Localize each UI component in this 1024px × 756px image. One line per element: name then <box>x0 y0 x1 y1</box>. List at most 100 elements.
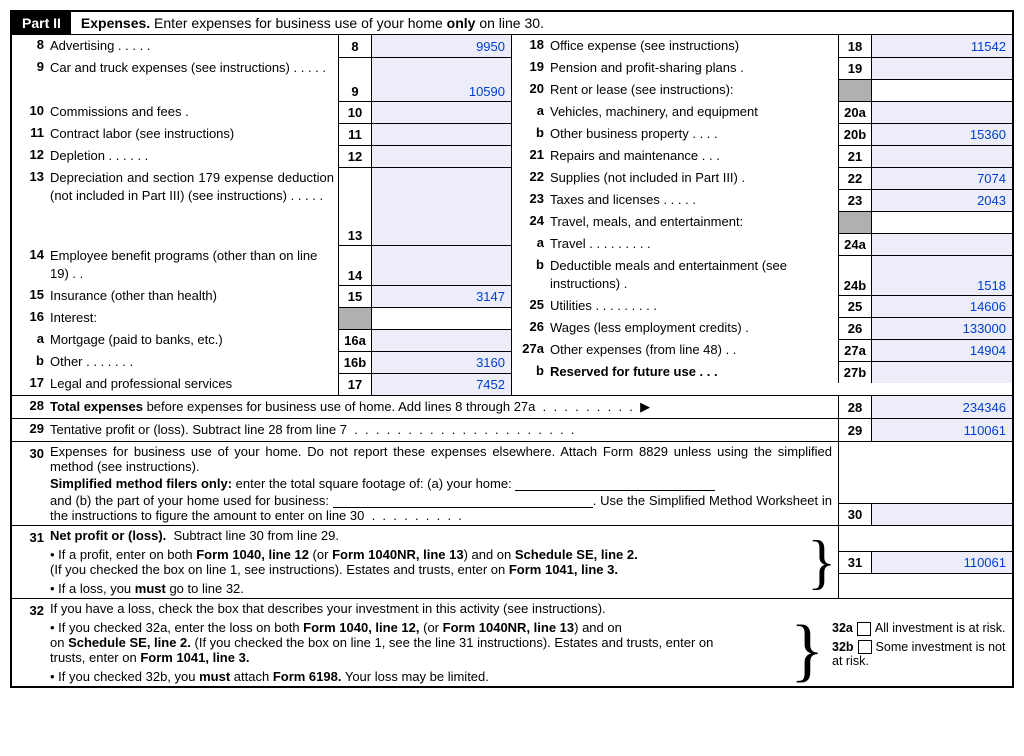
line-28-value[interactable]: 234346 <box>872 396 1012 418</box>
line-22-box: 22 <box>838 167 872 189</box>
line-29-value[interactable]: 110061 <box>872 419 1012 441</box>
line-19-label: Pension and profit-sharing plans . <box>550 57 838 79</box>
line-30-p2: Simplified method filers only: enter the… <box>50 476 832 491</box>
line-14-value[interactable] <box>372 245 512 285</box>
part-title: Expenses. Enter expenses for business us… <box>71 12 554 34</box>
line-20a-value[interactable] <box>872 101 1012 123</box>
line-10-value[interactable] <box>372 101 512 123</box>
line-16a-label: Mortgage (paid to banks, etc.) <box>50 329 338 351</box>
line-32-bullet-2: • If you checked 32b, you must attach Fo… <box>50 669 788 684</box>
line-11-box: 11 <box>338 123 372 145</box>
line-23-value[interactable]: 2043 <box>872 189 1012 211</box>
line-25-value[interactable]: 14606 <box>872 295 1012 317</box>
line-30-value[interactable] <box>872 503 1012 525</box>
line-20b-num: b <box>512 123 550 145</box>
line-18-value[interactable]: 11542 <box>872 35 1012 57</box>
line-21-label: Repairs and maintenance . . . <box>550 145 838 167</box>
line-16-value-blank <box>372 307 512 329</box>
line-31-value[interactable]: 110061 <box>872 551 1012 573</box>
line-27a: 27a Other expenses (from line 48) . . 27… <box>512 339 1012 361</box>
line-27b-box: 27b <box>838 361 872 383</box>
line-24b-value[interactable]: 1518 <box>872 255 1012 295</box>
line-27b-num: b <box>512 361 550 383</box>
line-27b: b Reserved for future use . . . 27b <box>512 361 1012 383</box>
line-16b-value[interactable]: 3160 <box>372 351 512 373</box>
line-25-num: 25 <box>512 295 550 317</box>
line-24a-box: 24a <box>838 233 872 255</box>
line-20a: a Vehicles, machinery, and equipment 20a <box>512 101 1012 123</box>
line-20: 20 Rent or lease (see instructions): <box>512 79 1012 101</box>
line-30-box: 30 <box>838 503 872 525</box>
field-business-sqft[interactable] <box>333 493 593 508</box>
checkbox-32a[interactable] <box>857 622 871 636</box>
line-22: 22 Supplies (not included in Part III) .… <box>512 167 1012 189</box>
title-expenses: Expenses. <box>81 15 150 31</box>
line-22-value[interactable]: 7074 <box>872 167 1012 189</box>
line-19: 19 Pension and profit-sharing plans . 19 <box>512 57 1012 79</box>
line-27b-label: Reserved for future use . . . <box>550 361 838 383</box>
line-19-box: 19 <box>838 57 872 79</box>
line-21: 21 Repairs and maintenance . . . 21 <box>512 145 1012 167</box>
title-text-2: on line 30. <box>475 15 544 31</box>
line-29-num: 29 <box>12 419 50 441</box>
expense-columns: 8 Advertising . . . . . 8 9950 9 Car and… <box>12 35 1012 395</box>
line-16a-value[interactable] <box>372 329 512 351</box>
line-17: 17 Legal and professional services 17 74… <box>12 373 512 395</box>
line-17-num: 17 <box>12 373 50 395</box>
line-13-value[interactable] <box>372 167 512 245</box>
line-24: 24 Travel, meals, and entertainment: <box>512 211 1012 233</box>
line-12-num: 12 <box>12 145 50 167</box>
line-32-bullet-1: • If you checked 32a, enter the loss on … <box>50 620 788 665</box>
line-31-text: Net profit or (loss). Subtract line 30 f… <box>50 526 805 598</box>
line-8-label: Advertising . . . . . <box>50 35 338 57</box>
checkbox-32b[interactable] <box>858 640 872 654</box>
line-26-num: 26 <box>512 317 550 339</box>
line-15-value[interactable]: 3147 <box>372 285 512 307</box>
line-9-value[interactable]: 10590 <box>372 57 512 101</box>
line-27a-value[interactable]: 14904 <box>872 339 1012 361</box>
line-27b-value[interactable] <box>872 361 1012 383</box>
line-8: 8 Advertising . . . . . 8 9950 <box>12 35 512 57</box>
line-15-box: 15 <box>338 285 372 307</box>
line-20-num: 20 <box>512 79 550 101</box>
line-12-label: Depletion . . . . . . <box>50 145 338 167</box>
line-31-bullet-2: • If a loss, you must go to line 32. <box>50 581 799 596</box>
line-16b: b Other . . . . . . . 16b 3160 <box>12 351 512 373</box>
line-30-p1: Expenses for business use of your home. … <box>50 444 832 474</box>
line-32: 32 If you have a loss, check the box tha… <box>12 598 1012 686</box>
line-9-box: 9 <box>338 57 372 101</box>
line-24a-value[interactable] <box>872 233 1012 255</box>
line-16-box-shaded <box>338 307 372 329</box>
line-9-num: 9 <box>12 57 50 101</box>
field-home-sqft[interactable] <box>515 476 715 491</box>
line-26-value[interactable]: 133000 <box>872 317 1012 339</box>
line-13-label: Depreciation and section 179 expense ded… <box>50 167 338 245</box>
line-27a-label: Other expenses (from line 48) . . <box>550 339 838 361</box>
line-12-value[interactable] <box>372 145 512 167</box>
line-11-value[interactable] <box>372 123 512 145</box>
line-21-value[interactable] <box>872 145 1012 167</box>
line-31-num: 31 <box>12 526 50 598</box>
line-26-label: Wages (less employment credits) . <box>550 317 838 339</box>
line-8-box: 8 <box>338 35 372 57</box>
line-9: 9 Car and truck expenses (see instructio… <box>12 57 512 101</box>
line-16b-num: b <box>12 351 50 373</box>
line-19-value[interactable] <box>872 57 1012 79</box>
line-22-num: 22 <box>512 167 550 189</box>
line-16a-box: 16a <box>338 329 372 351</box>
line-20b-value[interactable]: 15360 <box>872 123 1012 145</box>
form-schedule-c-part2: Part II Expenses. Enter expenses for bus… <box>10 10 1014 688</box>
line-18-label: Office expense (see instructions) <box>550 35 838 57</box>
line-10-num: 10 <box>12 101 50 123</box>
line-17-box: 17 <box>338 373 372 395</box>
title-text-1: Enter expenses for business use of your … <box>150 15 447 31</box>
line-30-p3: and (b) the part of your home used for b… <box>50 493 832 523</box>
line-20b: b Other business property . . . . 20b 15… <box>512 123 1012 145</box>
risk-options: 32aAll investment is at risk. 32bSome in… <box>832 599 1012 686</box>
line-9-label: Car and truck expenses (see instructions… <box>50 57 338 101</box>
line-8-value[interactable]: 9950 <box>372 35 512 57</box>
line-20a-label: Vehicles, machinery, and equipment <box>550 101 838 123</box>
line-10-box: 10 <box>338 101 372 123</box>
line-27a-box: 27a <box>838 339 872 361</box>
line-17-value[interactable]: 7452 <box>372 373 512 395</box>
